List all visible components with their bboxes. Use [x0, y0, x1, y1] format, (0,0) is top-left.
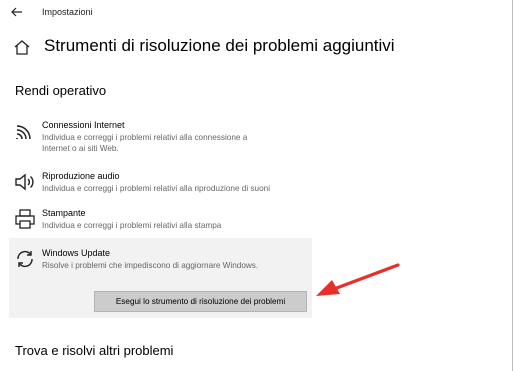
page-title: Strumenti di risoluzione dei problemi ag…	[44, 36, 395, 55]
item-description-line-2: Internet o ai siti Web.	[42, 144, 119, 153]
section-heading-rendi-operativo: Rendi operativo	[15, 83, 107, 98]
item-name: Connessioni Internet	[42, 120, 125, 130]
troubleshooter-audio-playback[interactable]: Riproduzione audio Individua e correggi …	[14, 171, 314, 195]
item-description: Risolve i problemi che impediscono di ag…	[42, 261, 259, 270]
annotation-arrow-icon	[316, 263, 400, 296]
item-description: Individua e correggi i problemi relativi…	[42, 132, 247, 154]
title-bar: Impostazioni	[0, 0, 513, 26]
item-name: Riproduzione audio	[42, 171, 120, 181]
troubleshooter-printer[interactable]: Stampante Individua e correggi i problem…	[14, 208, 314, 232]
item-name: Stampante	[42, 208, 86, 218]
item-description: Individua e correggi i problemi relativi…	[42, 184, 271, 193]
section-heading-trova-e-risolvi: Trova e risolvi altri problemi	[15, 343, 174, 358]
troubleshooter-windows-update[interactable]: Windows Update Risolve i problemi che im…	[14, 248, 310, 274]
refresh-icon	[17, 250, 33, 268]
item-description-line-1: Individua e correggi i problemi relativi…	[42, 133, 248, 142]
speaker-icon	[15, 173, 34, 191]
wifi-icon	[16, 125, 31, 140]
printer-icon	[15, 209, 35, 229]
run-troubleshooter-button[interactable]: Esegui lo strumento di risoluzione dei p…	[94, 291, 307, 312]
app-title: Impostazioni	[42, 7, 93, 17]
home-icon[interactable]	[13, 38, 31, 56]
troubleshooter-internet-connections[interactable]: Connessioni Internet Individua e corregg…	[14, 120, 314, 156]
back-arrow-icon[interactable]	[10, 5, 24, 19]
item-name: Windows Update	[42, 248, 111, 258]
item-description: Individua e correggi i problemi relativi…	[42, 221, 222, 230]
